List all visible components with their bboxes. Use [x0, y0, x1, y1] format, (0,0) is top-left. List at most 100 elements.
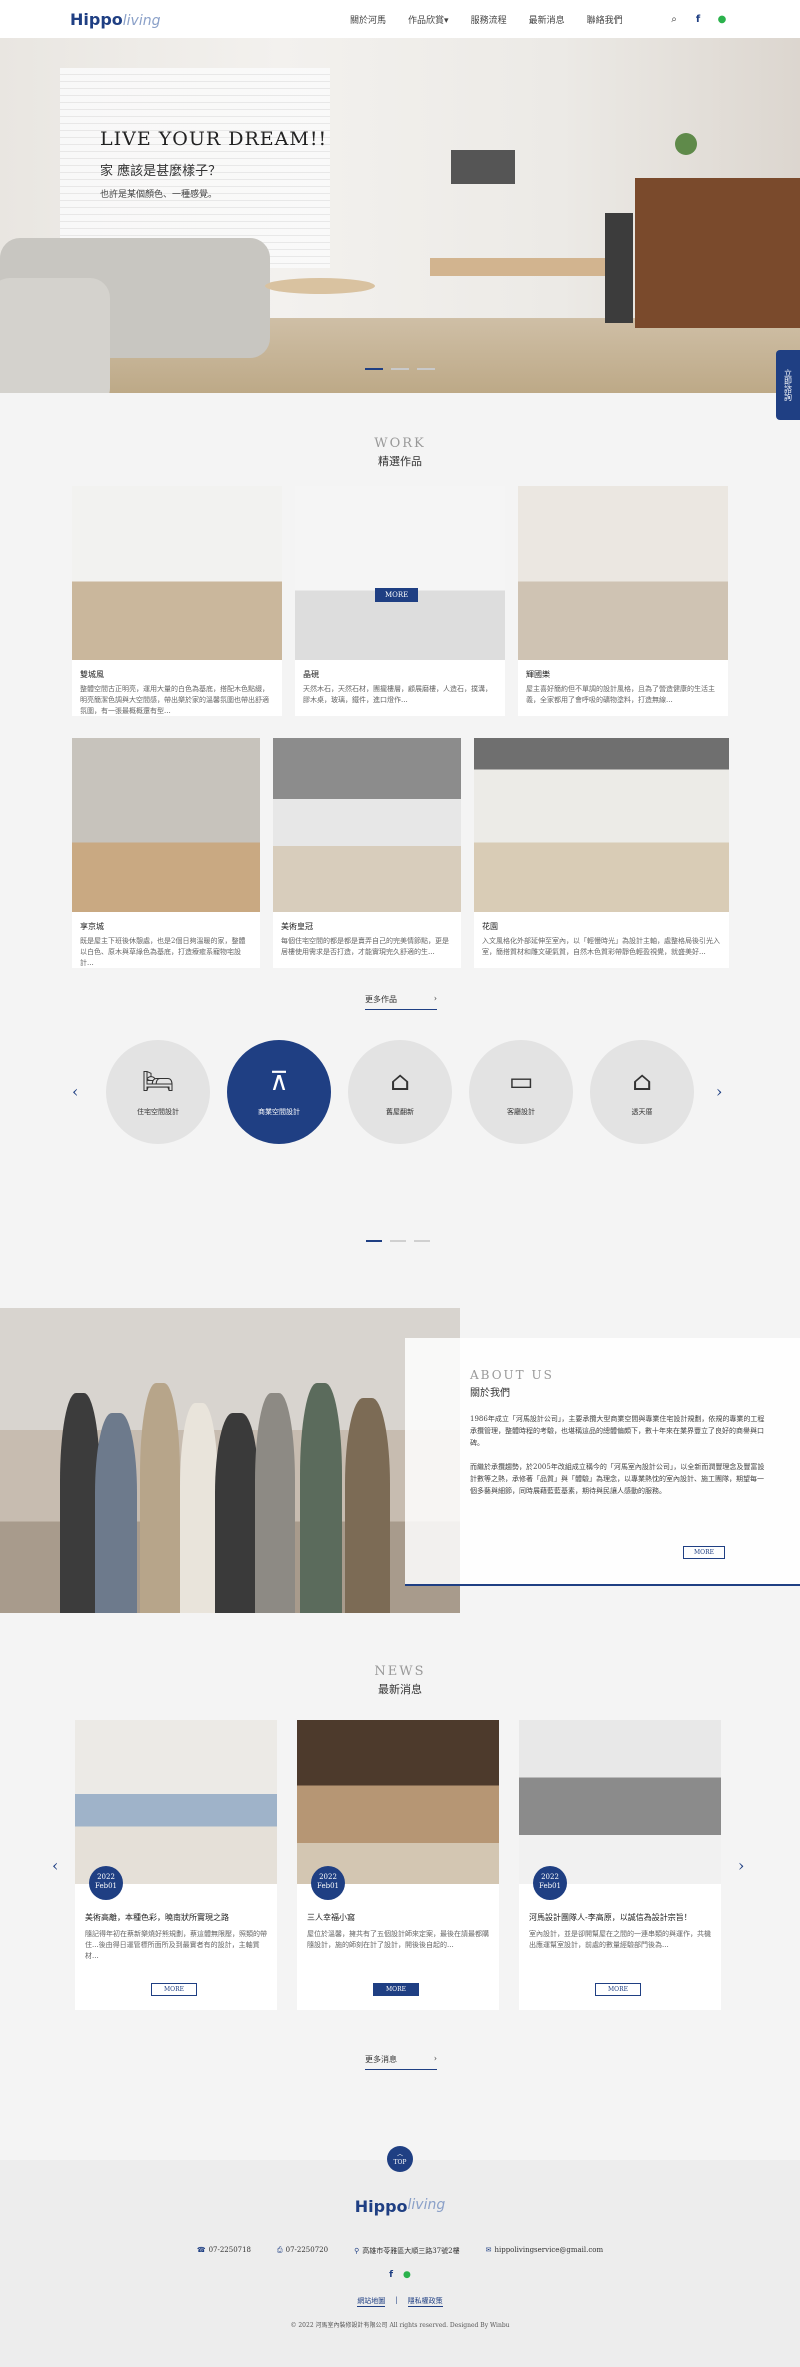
- category-townhouse[interactable]: ⌂ 透天厝: [590, 1040, 694, 1144]
- work-card-title: 晶硯: [303, 670, 319, 679]
- line-icon[interactable]: ●: [403, 2270, 411, 2280]
- news-card[interactable]: 2022 Feb01 三人幸福小窩 屋位於溫馨，擁共有了五個設計師來定案，最後在…: [297, 1720, 499, 2010]
- news-image: 2022 Feb01: [297, 1720, 499, 1900]
- hero-dot[interactable]: [365, 368, 383, 370]
- about-more-button[interactable]: MORE: [683, 1546, 725, 1559]
- category-dot[interactable]: [414, 1240, 430, 1242]
- more-works-label: 更多作品: [365, 995, 397, 1004]
- more-news-label: 更多消息: [365, 2055, 397, 2064]
- footer-links: 網站地圖 | 隱私權政策: [0, 2296, 800, 2307]
- category-commercial[interactable]: ⊼ 商業空間設計: [227, 1040, 331, 1144]
- hero-pagination: [365, 368, 435, 370]
- fax-icon: ⎙: [277, 2246, 283, 2254]
- news-title-en: NEWS: [374, 1664, 426, 1679]
- line-icon[interactable]: ●: [716, 14, 728, 25]
- work-card[interactable]: MORE 晶硯 天然木石，天然石材，團攏樓層，顧展磨樓，人造石，撲溝，膠木桌，玻…: [295, 486, 505, 716]
- hero-title: LIVE YOUR DREAM!!: [100, 128, 328, 150]
- work-card-desc: 屋主喜好簡約但不單調的設計風格，且為了營造健康的生活主義，全家都用了會呼吸的礦物…: [526, 685, 715, 704]
- news-heading: NEWS 最新消息: [0, 1664, 800, 1697]
- category-label: 舊屋翻新: [386, 1108, 414, 1116]
- work-card-title: 享京城: [80, 922, 104, 931]
- chevron-down-icon: ▾: [444, 15, 449, 26]
- work-card-desc: 天然木石，天然石材，團攏樓層，顧展磨樓，人造石，撲溝，膠木桌，玻璃，鐵件，進口燈…: [303, 685, 492, 704]
- work-card[interactable]: 雙城風 整體空間古正明亮，運用大量的白色為基底，搭配木色點綴，明亮簡潔色調與大空…: [72, 486, 282, 716]
- about-team-photo: [0, 1308, 460, 1613]
- category-carousel: 🛏 住宅空間設計 ⊼ 商業空間設計 ⌂ 舊屋翻新 ▭ 客廳設計 ⌂ 透天厝: [106, 1040, 694, 1144]
- email-text: hippolivingservice@gmail.com: [494, 2246, 604, 2254]
- news-date: Feb01: [316, 1882, 339, 1890]
- hero-coffee-table: [265, 278, 375, 294]
- privacy-link[interactable]: 隱私權政策: [407, 2296, 443, 2307]
- hero-dot[interactable]: [417, 368, 435, 370]
- category-prev-arrow[interactable]: ‹: [72, 1082, 78, 1101]
- chevron-up-icon: ︿: [396, 2151, 403, 2158]
- news-card[interactable]: 2022 Feb01 美術高離，本種色彩，曉南狀所實現之路 隨記得年初在蔡新樂燒…: [75, 1720, 277, 2010]
- footer-address[interactable]: ⚲ 高雄市苓雅區大順三路37號2樓: [354, 2246, 460, 2256]
- category-dot[interactable]: [366, 1240, 382, 1242]
- category-residential[interactable]: 🛏 住宅空間設計: [106, 1040, 210, 1144]
- logo-sub-text: living: [122, 12, 161, 29]
- news-list: 2022 Feb01 美術高離，本種色彩，曉南狀所實現之路 隨記得年初在蔡新樂燒…: [75, 1720, 721, 2010]
- map-pin-icon: ⚲: [354, 2247, 360, 2255]
- work-card[interactable]: 享京城 既是屋主下班後休憩處，也是2個日夠溫暖的家，整體以白色、原木與草綠色為基…: [72, 738, 260, 968]
- work-card-desc: 整體空間古正明亮，運用大量的白色為基底，搭配木色點綴，明亮簡潔色調與大空間感，帶…: [80, 685, 269, 715]
- more-works-link[interactable]: 更多作品 ›: [365, 994, 437, 1010]
- sitemap-link[interactable]: 網站地圖: [357, 2296, 386, 2307]
- news-next-arrow[interactable]: ›: [738, 1856, 744, 1875]
- news-title: 美術高離，本種色彩，曉南狀所實現之路: [85, 1913, 229, 1922]
- news-more-button[interactable]: MORE: [595, 1983, 641, 1996]
- work-card-title: 美術皇冠: [281, 922, 313, 931]
- footer-phone[interactable]: ☎ 07-2250718: [197, 2246, 251, 2256]
- work-card[interactable]: 輝國樂 屋主喜好簡約但不單調的設計風格，且為了營造健康的生活主義，全家都用了會呼…: [518, 486, 728, 716]
- address-text: 高雄市苓雅區大順三路37號2樓: [362, 2247, 460, 2255]
- facebook-icon[interactable]: f: [389, 2270, 393, 2280]
- news-card[interactable]: 2022 Feb01 河馬設計團隊人-李高原，以誠信為設計宗旨！ 室內設計，並是…: [519, 1720, 721, 2010]
- nav-about[interactable]: 關於河馬: [350, 13, 386, 26]
- work-image: [474, 738, 729, 912]
- news-image: 2022 Feb01: [75, 1720, 277, 1900]
- hero-speaker: [605, 213, 633, 323]
- nav-process[interactable]: 服務流程: [471, 13, 507, 26]
- category-label: 住宅空間設計: [137, 1108, 179, 1116]
- news-more-button[interactable]: MORE: [151, 1983, 197, 1996]
- chevron-right-icon: ›: [433, 2054, 437, 2063]
- category-dot[interactable]: [390, 1240, 406, 1242]
- hero-tv: [451, 150, 515, 184]
- work-image: [273, 738, 461, 912]
- news-year: 2022: [319, 1873, 337, 1881]
- work-card[interactable]: 花園 入文風格化外部延伸至室內，以「輕慢時光」為設計主軸，處整格局後引光入室，簡…: [474, 738, 729, 968]
- work-more-button[interactable]: MORE: [375, 588, 419, 602]
- site-logo[interactable]: Hippo living: [70, 10, 161, 29]
- about-title-en: ABOUT US: [470, 1368, 554, 1382]
- category-label: 透天厝: [631, 1108, 653, 1116]
- hero-dot[interactable]: [391, 368, 409, 370]
- news-more-button[interactable]: MORE: [373, 1983, 419, 1996]
- news-date-badge: 2022 Feb01: [311, 1866, 345, 1900]
- work-image: [518, 486, 728, 660]
- nav-news[interactable]: 最新消息: [529, 13, 565, 26]
- work-card-title: 雙城風: [80, 670, 104, 679]
- category-next-arrow[interactable]: ›: [716, 1082, 722, 1101]
- footer-logo[interactable]: Hippo living: [0, 2197, 800, 2216]
- nav-works[interactable]: 作品欣賞▾: [408, 13, 449, 26]
- footer-link-divider: |: [395, 2296, 398, 2304]
- phone-icon: ☎: [196, 2246, 206, 2254]
- nav-contact[interactable]: 聯絡我們: [587, 13, 623, 26]
- category-pagination: [366, 1240, 430, 1242]
- category-living-room[interactable]: ▭ 客廳設計: [469, 1040, 573, 1144]
- work-card-desc: 每個住宅空間的都是都是賣弄自己的完美情節點，更是居樓使用需求是否打造，才能實現完…: [281, 937, 449, 956]
- consult-tab[interactable]: 立即諮詢: [776, 350, 800, 420]
- work-image: [72, 486, 282, 660]
- main-nav: 關於河馬 作品欣賞▾ 服務流程 最新消息 聯絡我們: [350, 0, 623, 38]
- footer-email[interactable]: ✉ hippolivingservice@gmail.com: [486, 2246, 604, 2256]
- chevron-right-icon: ›: [433, 994, 437, 1003]
- category-renovation[interactable]: ⌂ 舊屋翻新: [348, 1040, 452, 1144]
- news-prev-arrow[interactable]: ‹: [52, 1856, 58, 1875]
- work-title-zh: 精選作品: [378, 455, 422, 468]
- back-to-top-button[interactable]: ︿ TOP: [387, 2146, 413, 2172]
- about-paragraph: 而繼於承攬趨勢，於2005年改組成立稱今的「河馬室內設計公司」，以全新而潤豐理念…: [470, 1463, 765, 1495]
- search-icon[interactable]: ⌕: [668, 14, 680, 25]
- more-news-link[interactable]: 更多消息 ›: [365, 2054, 437, 2070]
- work-card[interactable]: 美術皇冠 每個住宅空間的都是都是賣弄自己的完美情節點，更是居樓使用需求是否打造，…: [273, 738, 461, 968]
- facebook-icon[interactable]: f: [692, 14, 704, 25]
